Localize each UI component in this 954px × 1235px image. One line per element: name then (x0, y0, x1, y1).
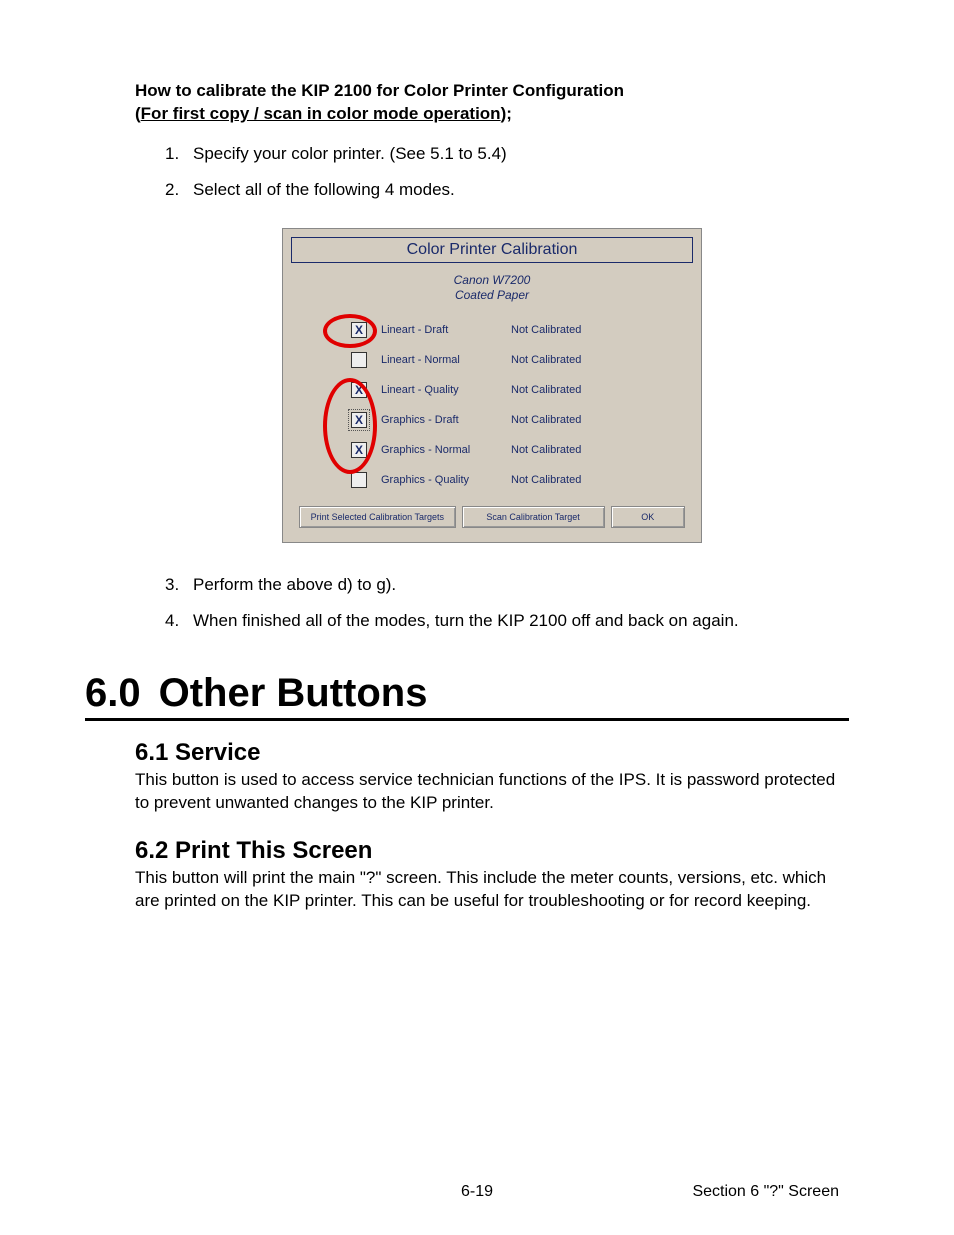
dialog-printer-name: Canon W7200 (454, 273, 531, 287)
mode-status: Not Calibrated (511, 414, 621, 426)
checkbox-graphics-normal[interactable]: X (351, 442, 367, 458)
checkbox-lineart-normal[interactable] (351, 352, 367, 368)
checkbox-graphics-draft[interactable]: X (351, 412, 367, 428)
ok-button[interactable]: OK (611, 506, 685, 528)
mode-label: Graphics - Quality (381, 474, 511, 486)
footer-section: Section 6 "?" Screen (692, 1183, 839, 1201)
calibration-dialog: Color Printer Calibration Canon W7200 Co… (282, 228, 702, 543)
section-title: Other Buttons (159, 671, 428, 715)
list-text: Specify your color printer. (See 5.1 to … (193, 144, 507, 164)
checkbox-lineart-draft[interactable]: X (351, 322, 367, 338)
mode-row: Graphics - Quality Not Calibrated (311, 472, 673, 488)
list-num: 4. (165, 611, 193, 631)
checkbox-graphics-quality[interactable] (351, 472, 367, 488)
mode-status: Not Calibrated (511, 444, 621, 456)
page-number: 6-19 (461, 1183, 493, 1201)
mode-status: Not Calibrated (511, 384, 621, 396)
body-text: This button is used to access service te… (135, 769, 849, 815)
subsection-heading: 6.2 Print This Screen (135, 837, 849, 865)
mode-list: X Lineart - Draft Not Calibrated Lineart… (291, 322, 693, 488)
mode-row: X Graphics - Draft Not Calibrated (311, 412, 673, 428)
list-text: Perform the above d) to g). (193, 575, 396, 595)
mode-row: X Graphics - Normal Not Calibrated (311, 442, 673, 458)
mode-row: X Lineart - Draft Not Calibrated (311, 322, 673, 338)
steps-top-list: 1. Specify your color printer. (See 5.1 … (165, 144, 849, 200)
list-item: 4. When finished all of the modes, turn … (165, 611, 849, 631)
subsection-heading: 6.1 Service (135, 739, 849, 767)
list-item: 1. Specify your color printer. (See 5.1 … (165, 144, 849, 164)
mode-label: Lineart - Normal (381, 354, 511, 366)
list-text: Select all of the following 4 modes. (193, 180, 455, 200)
mode-label: Lineart - Draft (381, 324, 511, 336)
mode-status: Not Calibrated (511, 354, 621, 366)
mode-status: Not Calibrated (511, 324, 621, 336)
body-text: This button will print the main "?" scre… (135, 867, 849, 913)
mode-label: Graphics - Draft (381, 414, 511, 426)
list-item: 3. Perform the above d) to g). (165, 575, 849, 595)
steps-bottom-list: 3. Perform the above d) to g). 4. When f… (165, 575, 849, 631)
scan-target-button[interactable]: Scan Calibration Target (462, 506, 605, 528)
dialog-button-row: Print Selected Calibration Targets Scan … (291, 506, 693, 528)
list-num: 2. (165, 180, 193, 200)
section-heading: 6.0 Other Buttons (85, 671, 849, 721)
list-text: When finished all of the modes, turn the… (193, 611, 739, 631)
mode-label: Lineart - Quality (381, 384, 511, 396)
mode-row: X Lineart - Quality Not Calibrated (311, 382, 673, 398)
mode-status: Not Calibrated (511, 474, 621, 486)
list-item: 2. Select all of the following 4 modes. (165, 180, 849, 200)
print-targets-button[interactable]: Print Selected Calibration Targets (299, 506, 456, 528)
list-num: 1. (165, 144, 193, 164)
dialog-title: Color Printer Calibration (291, 237, 693, 263)
mode-label: Graphics - Normal (381, 444, 511, 456)
checkbox-lineart-quality[interactable]: X (351, 382, 367, 398)
intro-heading: How to calibrate the KIP 2100 for Color … (135, 80, 849, 126)
list-num: 3. (165, 575, 193, 595)
intro-line2-underline: For first copy / scan in color mode oper… (141, 104, 501, 123)
mode-row: Lineart - Normal Not Calibrated (311, 352, 673, 368)
dialog-paper-type: Coated Paper (455, 288, 529, 302)
dialog-subtitle: Canon W7200 Coated Paper (291, 273, 693, 304)
intro-line1: How to calibrate the KIP 2100 for Color … (135, 81, 624, 100)
section-num: 6.0 (85, 671, 141, 715)
intro-line2b: ); (501, 104, 512, 123)
